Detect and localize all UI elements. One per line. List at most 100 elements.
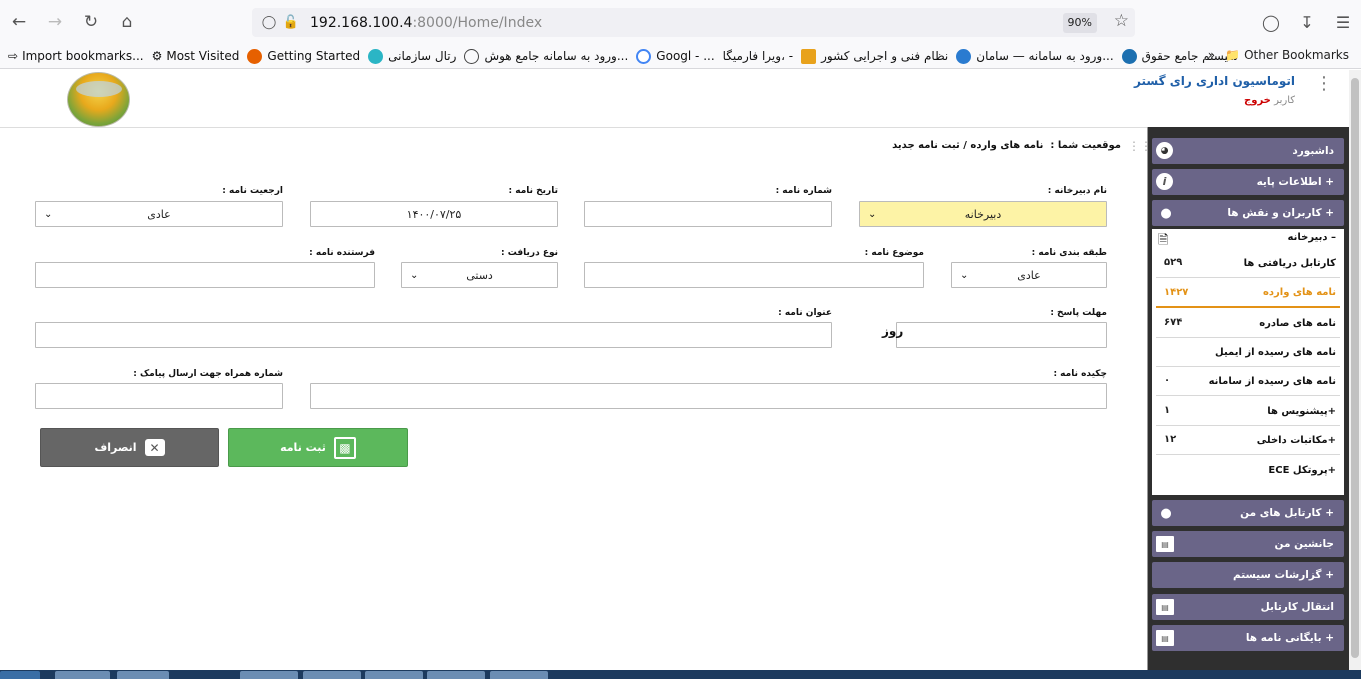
sub-label: نامه های رسیده از سامانه <box>1208 375 1336 387</box>
google-icon <box>636 48 652 64</box>
sidebar-item-label: + کارتابل های من <box>1240 507 1334 519</box>
bookmark-label: ویرا فارمیگا، - <box>722 49 794 63</box>
sidebar-sub-drafts[interactable]: +پیشنویس ها ۱ <box>1156 397 1340 426</box>
toolbar-right: ◯ ↧ ☰ <box>1253 0 1361 44</box>
close-icon: ✕ <box>144 439 165 456</box>
bookmarks-right: » 📁 Other Bookmarks <box>1208 48 1349 62</box>
bookmark-label: Import bookmarks... <box>22 49 144 63</box>
cancel-button-label: انصراف <box>94 441 137 454</box>
bookmark-saman[interactable]: ورود به سامانه — سامان... <box>956 48 1114 64</box>
sub-count: ۶۷۴ <box>1164 317 1183 328</box>
scrollbar-thumb[interactable] <box>1351 78 1359 658</box>
back-icon[interactable]: ← <box>2 5 36 39</box>
bookmark-google[interactable]: Googl - ... <box>636 48 715 64</box>
taskbar-app[interactable] <box>365 671 423 679</box>
title-label: عنوان نامه : <box>778 308 832 318</box>
deadline-input[interactable] <box>896 322 1107 348</box>
bookmark-most-visited[interactable]: ⚙ Most Visited <box>152 49 240 63</box>
sub-label: +مکاتبات داخلی <box>1256 434 1336 446</box>
sub-label: نامه های رسیده از ایمیل <box>1215 346 1336 358</box>
zoom-indicator[interactable]: 90% <box>1062 13 1097 33</box>
taskbar-app[interactable] <box>427 671 485 679</box>
letter-date-input[interactable]: ۱۴۰۰/۰۷/۲۵ <box>310 201 558 227</box>
sidebar-sub-outgoing-letters[interactable]: نامه های صادره ۶۷۴ <box>1156 309 1340 338</box>
pocket-icon[interactable]: ◯ <box>1253 13 1289 32</box>
deadline-suffix: روز <box>882 324 904 338</box>
kebab-menu-icon[interactable]: ⋮ <box>1315 75 1333 93</box>
bookmark-star-icon[interactable]: ☆ <box>1114 11 1129 31</box>
app-title: اتوماسیون اداری رای گستر <box>1134 74 1295 88</box>
sidebar-item-secretariat[interactable]: – دبیرخانه <box>1288 232 1336 243</box>
firefox-icon <box>247 48 263 64</box>
sidebar-item-base-info[interactable]: + اطلاعات پایه i <box>1152 169 1344 195</box>
sidebar-sub-incoming-letters[interactable]: نامه های وارده ۱۴۲۷ <box>1156 279 1340 308</box>
sidebar-item-letters-archive[interactable]: + بایگانی نامه ها ▤ <box>1152 625 1344 651</box>
cancel-button[interactable]: ✕ انصراف <box>40 428 219 467</box>
secretariat-value: دبیرخانه <box>964 207 1002 221</box>
sidebar-sub-ece-protocol[interactable]: +پروتکل ECE <box>1156 456 1340 485</box>
breadcrumb-prefix: موقعیت شما : <box>1050 140 1121 151</box>
downloads-icon[interactable]: ↧ <box>1289 13 1325 32</box>
subject-input[interactable] <box>584 262 924 288</box>
shield-icon[interactable]: ◯ <box>258 15 280 30</box>
sidebar-sub-received-cartable[interactable]: کارتابل دریافتی ها ۵۲۹ <box>1156 249 1340 278</box>
sidebar-sub-system-letters[interactable]: نامه های رسیده از سامانه ۰ <box>1156 367 1340 396</box>
sender-label: فرستنده نامه : <box>309 248 375 258</box>
sidebar-item-users-roles[interactable]: + کاربران و نقش ها ● <box>1152 200 1344 226</box>
save-button[interactable]: ▩ ثبت نامه <box>228 428 408 467</box>
url-path: :8000/Home/Index <box>412 14 543 31</box>
sidebar-sub-email-letters[interactable]: نامه های رسیده از ایمیل <box>1156 338 1340 367</box>
chevron-more-icon[interactable]: » <box>1208 48 1215 62</box>
bookmark-smart-system[interactable]: ورود به سامانه جامع هوش... <box>464 48 628 64</box>
bookmark-label: Most Visited <box>166 49 240 63</box>
classification-select[interactable]: عادی ⌄ <box>951 262 1107 288</box>
sidebar-sub-internal-correspondence[interactable]: +مکاتبات داخلی ۱۲ <box>1156 426 1340 455</box>
bookmark-portal[interactable]: رتال سازمانی <box>368 48 456 64</box>
priority-value: عادی <box>147 207 171 221</box>
bookmark-vira[interactable]: ویرا فارمیگا، - <box>723 49 793 63</box>
browser-toolbar: ← → ↻ ⌂ ◯ 🔓 192.168.100.4:8000/Home/Inde… <box>0 0 1361 44</box>
secretariat-select[interactable]: دبیرخانه ⌄ <box>859 201 1107 227</box>
menu-icon[interactable]: ☰ <box>1325 13 1361 32</box>
letter-number-input[interactable] <box>584 201 832 227</box>
abstract-label: چکیده نامه : <box>1053 369 1107 379</box>
sidebar-item-dashboard[interactable]: داشبورد ◕ <box>1152 138 1344 164</box>
other-bookmarks[interactable]: Other Bookmarks <box>1244 48 1349 62</box>
header-divider <box>0 127 1147 128</box>
url-host: 192.168.100.4 <box>310 14 413 31</box>
sub-label: نامه های وارده <box>1262 287 1336 298</box>
subject-label: موضوع نامه : <box>864 248 924 258</box>
url-bar[interactable]: ◯ 🔓 192.168.100.4:8000/Home/Index 90% ☆ <box>252 8 1135 37</box>
home-icon[interactable]: ⌂ <box>110 5 144 39</box>
start-button[interactable] <box>0 671 40 679</box>
bookmark-nezam[interactable]: نظام فنی و اجرایی کشور <box>801 48 948 64</box>
title-input[interactable] <box>35 322 832 348</box>
taskbar-app[interactable] <box>490 671 548 679</box>
sub-count: ۰ <box>1164 375 1171 386</box>
sidebar-item-my-deputy[interactable]: جانشین من ▤ <box>1152 531 1344 557</box>
bookmark-import[interactable]: ⇨ Import bookmarks... <box>8 49 144 63</box>
user-label: کاربر <box>1274 95 1295 106</box>
logout-link[interactable]: خروج <box>1244 95 1271 106</box>
sidebar-item-my-cartables[interactable]: + کارتابل های من ● <box>1152 500 1344 526</box>
taskbar-app[interactable] <box>240 671 298 679</box>
abstract-input[interactable] <box>310 383 1107 409</box>
page-scrollbar[interactable] <box>1349 70 1361 670</box>
forward-icon[interactable]: → <box>38 5 72 39</box>
sub-label: نامه های صادره <box>1259 317 1336 329</box>
sidebar-item-transfer-cartable[interactable]: انتقال کارتابل ▤ <box>1152 594 1344 620</box>
taskbar-app[interactable] <box>55 671 110 679</box>
sidebar-item-label: + کاربران و نقش ها <box>1227 207 1334 219</box>
sender-input[interactable] <box>35 262 375 288</box>
insecure-lock-icon[interactable]: 🔓 <box>280 15 302 30</box>
taskbar-app[interactable] <box>303 671 361 679</box>
taskbar-app[interactable] <box>117 671 169 679</box>
sidebar-item-system-reports[interactable]: + گزارشات سیستم <box>1152 562 1344 588</box>
receive-type-select[interactable]: دستی ⌄ <box>401 262 558 288</box>
priority-select[interactable]: عادی ⌄ <box>35 201 283 227</box>
reload-icon[interactable]: ↻ <box>74 5 108 39</box>
sms-label: شماره همراه جهت ارسال پیامک : <box>133 369 283 379</box>
archive-icon: ▤ <box>1156 630 1174 646</box>
sms-phone-input[interactable] <box>35 383 283 409</box>
bookmark-getting-started[interactable]: Getting Started <box>247 48 360 64</box>
